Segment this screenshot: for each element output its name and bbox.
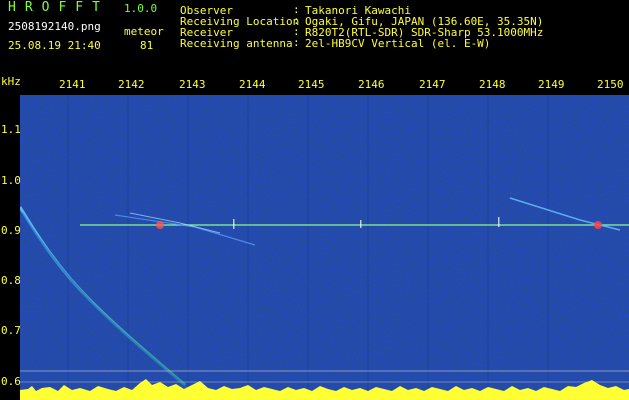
freq-tick-label: 0.6 [1, 375, 21, 388]
time-tick-label: 2145 [298, 78, 325, 91]
meteor-head [156, 221, 164, 229]
time-tick-label: 2144 [239, 78, 266, 91]
meteor-count: 81 [140, 39, 154, 52]
info-value: 2el-HB9CV Vertical (el. E-W) [305, 37, 491, 50]
datetime: 25.08.19 21:40 [8, 39, 101, 52]
time-axis: 2141 2142 2143 2144 2145 2146 2147 2148 … [0, 78, 629, 94]
app-version: 1.0.0 [124, 2, 158, 15]
meteor-head [594, 221, 602, 229]
time-tick-label: 2148 [479, 78, 506, 91]
time-tick-label: 2142 [118, 78, 145, 91]
app-title: HROFFT [8, 0, 109, 15]
time-tick-label: 2143 [179, 78, 206, 91]
meteor-label: meteor [124, 25, 164, 38]
freq-tick-label: 1.1 [1, 123, 21, 136]
freq-tick-label: 0.8 [1, 274, 21, 287]
time-tick-label: 2150 [597, 78, 624, 91]
freq-tick-label: 0.9 [1, 224, 21, 237]
noise-texture [20, 95, 629, 400]
info-colon: : [293, 36, 300, 49]
file-name: 2508192140.png [8, 20, 101, 33]
spectrogram [20, 95, 629, 400]
freq-tick-label: 0.7 [1, 324, 21, 337]
freq-tick-label: 1.0 [1, 174, 21, 187]
time-tick-label: 2147 [419, 78, 446, 91]
hrofft-window: HROFFT 1.0.0 2508192140.png meteor 25.08… [0, 0, 629, 400]
time-tick-label: 2146 [358, 78, 385, 91]
time-tick-label: 2149 [538, 78, 565, 91]
info-label: Receiving antenna [180, 37, 293, 50]
time-tick-label: 2141 [59, 78, 86, 91]
